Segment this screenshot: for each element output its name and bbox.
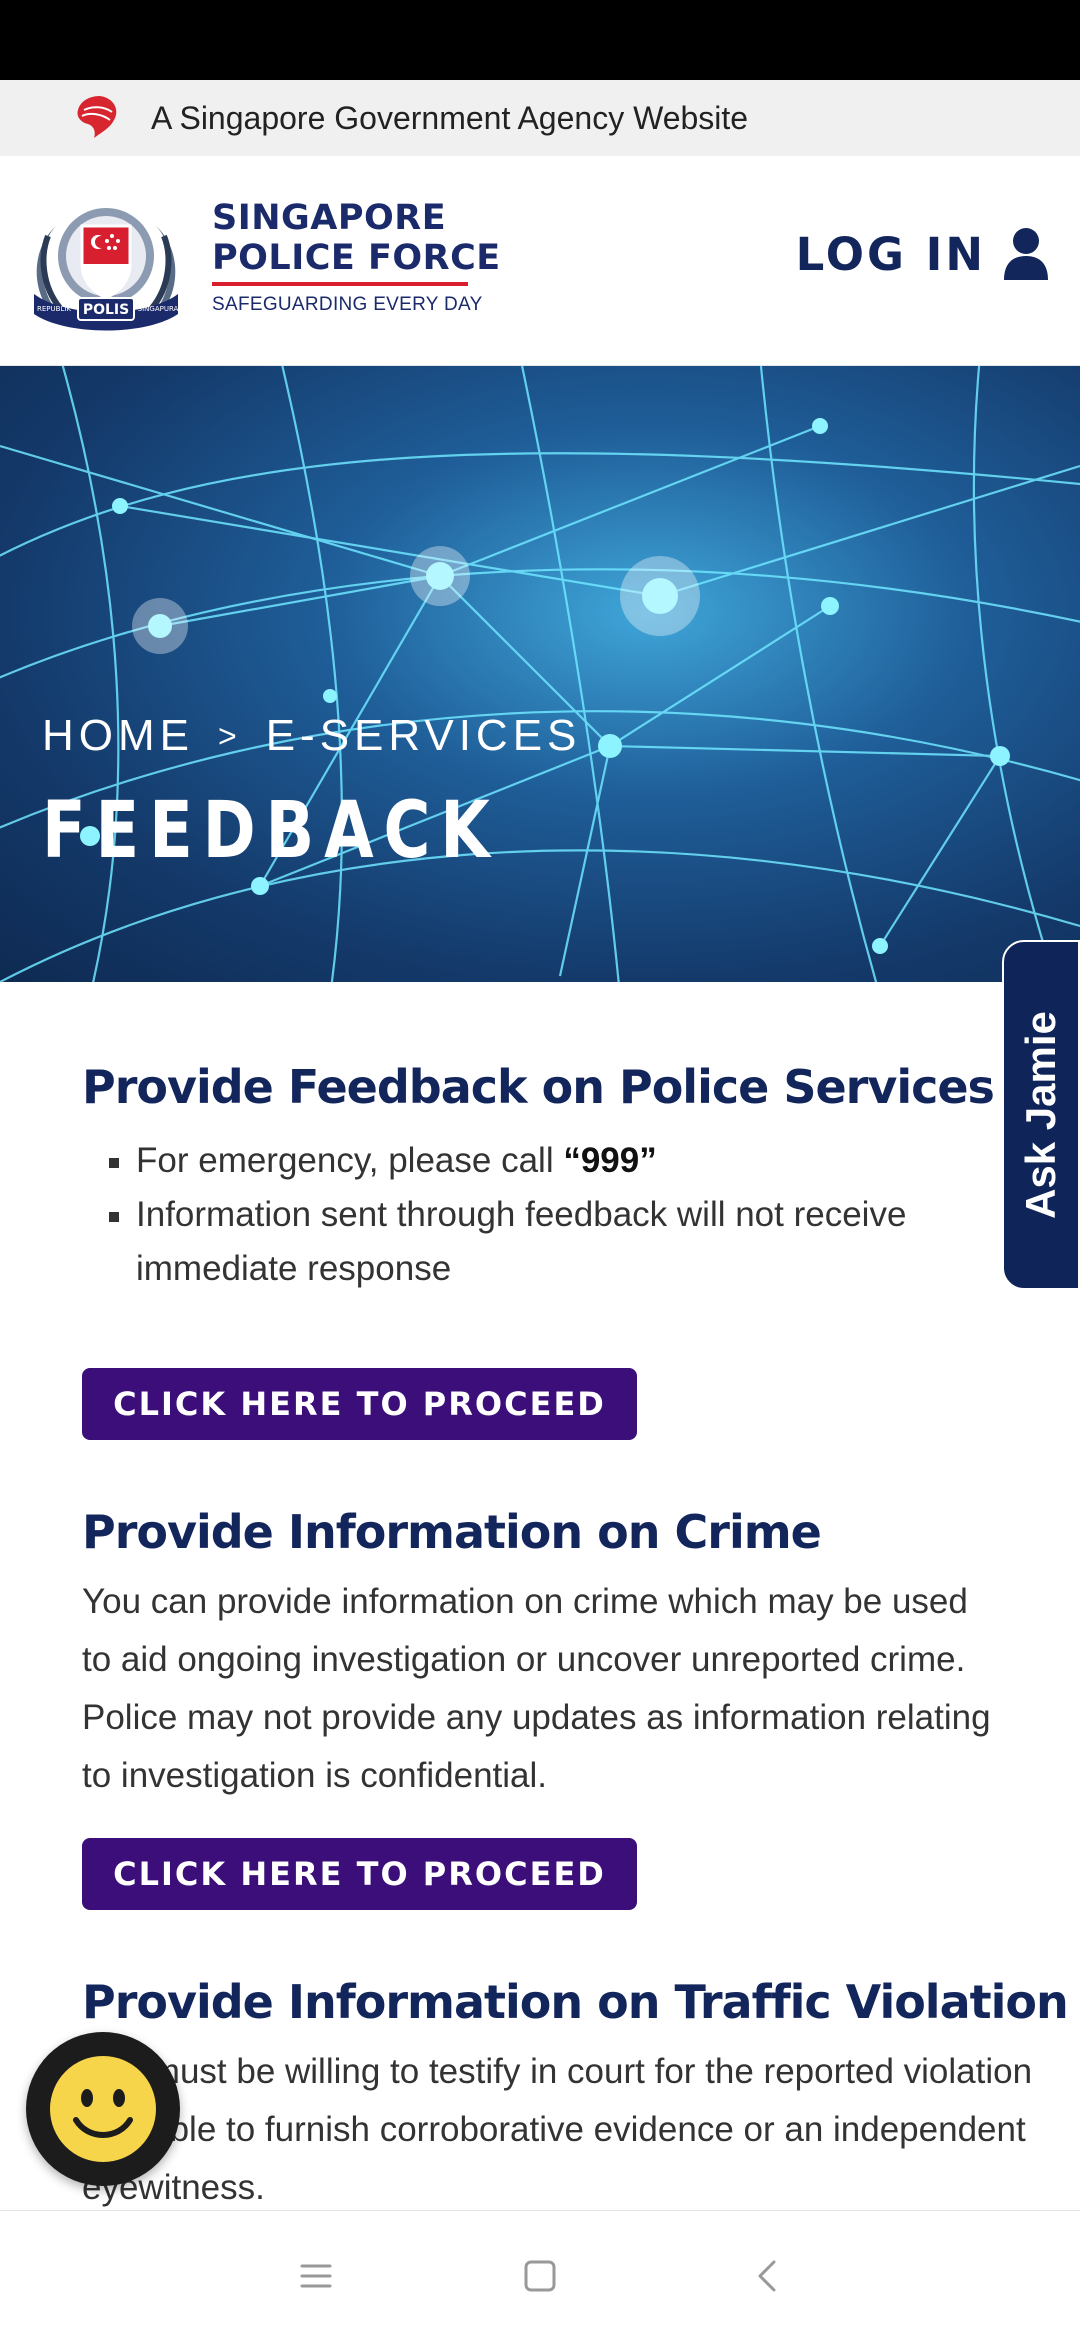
logo-line-2: POLICE FORCE bbox=[212, 238, 501, 278]
emergency-number: “999” bbox=[563, 1141, 657, 1180]
lion-head-icon bbox=[77, 96, 117, 138]
gov-banner-text: A Singapore Government Agency Website bbox=[151, 100, 749, 136]
page-title: FEEDBACK bbox=[42, 786, 500, 876]
section-title-traffic: Provide Information on Traffic Violation bbox=[82, 1975, 1069, 2029]
crime-description: You can provide information on crime whi… bbox=[82, 1582, 991, 1795]
section-information-on-crime: Provide Information on Crime You can pro… bbox=[82, 1505, 1002, 1805]
smiley-face-icon bbox=[50, 2056, 156, 2162]
network-background-graphic bbox=[0, 366, 1080, 982]
gov-banner: A Singapore Government Agency Website bbox=[0, 80, 1080, 156]
home-square-icon[interactable] bbox=[510, 2246, 570, 2306]
back-chevron-icon[interactable] bbox=[738, 2246, 798, 2306]
hero-banner: HOME > E-SERVICES FEEDBACK bbox=[0, 366, 1080, 982]
crest-label: POLIS bbox=[83, 302, 129, 318]
section-feedback-police-services: Provide Feedback on Police Services For … bbox=[82, 1060, 1002, 1296]
ask-jamie-tab[interactable]: Ask Jamie bbox=[1002, 940, 1080, 1290]
site-header: POLIS REPUBLIK SINGAPURA SINGAPORE POLIC… bbox=[0, 156, 1080, 366]
section-traffic-violation: Provide Information on Traffic Violation… bbox=[82, 1975, 1069, 2217]
logo-line-1: SINGAPORE bbox=[212, 198, 447, 238]
bullet-item-no-immediate-response: Information sent through feedback will n… bbox=[109, 1188, 1002, 1296]
spf-crest-logo[interactable]: POLIS REPUBLIK SINGAPURA bbox=[26, 186, 186, 336]
chat-feedback-button[interactable] bbox=[26, 2032, 180, 2186]
logo-tagline: SAFEGUARDING EVERY DAY bbox=[212, 294, 483, 315]
bullet-item-emergency: For emergency, please call “999” bbox=[109, 1134, 1002, 1188]
breadcrumb: HOME > E-SERVICES bbox=[42, 711, 581, 761]
menu-icon[interactable] bbox=[286, 2246, 346, 2306]
user-icon bbox=[1004, 228, 1048, 280]
login-button[interactable]: LOG IN bbox=[796, 226, 1050, 282]
section-title-crime: Provide Information on Crime bbox=[82, 1505, 822, 1559]
status-bar bbox=[0, 0, 1080, 80]
logo-wordmark[interactable]: SINGAPORE POLICE FORCE SAFEGUARDING EVER… bbox=[212, 198, 501, 316]
crest-left-label: REPUBLIK bbox=[37, 305, 71, 313]
login-label: LOG IN bbox=[795, 227, 986, 281]
proceed-button-crime[interactable]: CLICK HERE TO PROCEED bbox=[82, 1838, 637, 1910]
breadcrumb-separator: > bbox=[218, 717, 242, 754]
bullet-emergency-text: For emergency, please call bbox=[136, 1141, 564, 1180]
system-navigation-bar bbox=[0, 2210, 1080, 2340]
breadcrumb-eservices-link[interactable]: E-SERVICES bbox=[266, 711, 582, 761]
section-title-feedback: Provide Feedback on Police Services bbox=[82, 1060, 995, 1114]
proceed-button-feedback[interactable]: CLICK HERE TO PROCEED bbox=[82, 1368, 637, 1440]
logo-red-rule bbox=[212, 282, 468, 286]
ask-jamie-label: Ask Jamie bbox=[1017, 1011, 1064, 1219]
traffic-description: You must be willing to testify in court … bbox=[82, 2052, 1033, 2207]
breadcrumb-home-link[interactable]: HOME bbox=[42, 711, 194, 761]
feedback-bullet-list: For emergency, please call “999” Informa… bbox=[82, 1134, 1002, 1296]
crest-right-label: SINGAPURA bbox=[138, 305, 179, 313]
